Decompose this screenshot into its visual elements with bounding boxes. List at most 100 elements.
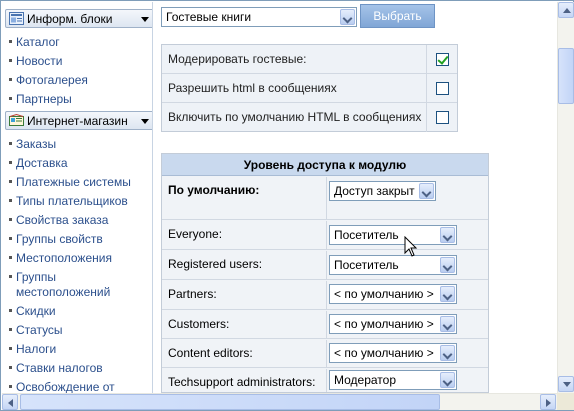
allow-html-checkbox[interactable] [436,82,449,95]
sidebar-item-orders[interactable]: Заказы [9,137,56,152]
sidebar-item-news[interactable]: Новости [9,54,62,69]
sidebar-item-tax-rates[interactable]: Ставки налогов [9,361,103,376]
sidebar-item-photogallery[interactable]: Фотогалерея [9,73,88,88]
sidebar-item-payment-systems[interactable]: Платежные системы [9,175,131,190]
access-level-value: < по умолчанию > [334,317,434,331]
sidebar-item-taxes[interactable]: Налоги [9,342,56,357]
sidebar-section-shop[interactable]: Интернет-магазин [5,111,152,130]
arrow-left-icon [8,399,13,407]
sidebar-item-location-groups-line2[interactable]: местоположений [16,285,110,300]
scrollbar-corner [557,393,574,410]
sidebar-item-statuses[interactable]: Статусы [9,323,63,338]
access-level-value: Посетитель [334,258,399,272]
access-group-label: Partners: [168,287,217,301]
arrow-down-icon [563,382,571,387]
divider [326,340,327,367]
sidebar-item-payer-types[interactable]: Типы плательщиков [9,194,128,209]
chevron-down-icon[interactable] [440,372,455,388]
access-group-label: Registered users: [168,257,263,271]
moderate-checkbox[interactable] [436,53,449,66]
access-group-label: Customers: [168,317,230,331]
access-row-everyone: Everyone: Посетитель [162,221,488,250]
vertical-scrollbar[interactable] [557,2,574,393]
horizontal-scrollbar[interactable] [2,393,557,410]
access-group-label: Techsupport administrators: [168,375,316,389]
chevron-down-icon[interactable] [340,9,355,25]
access-level-value: Посетитель [334,228,399,242]
default-html-checkbox[interactable] [436,111,449,124]
bullet-icon [9,59,12,62]
access-level-select-everyone[interactable]: Посетитель [329,225,457,245]
sidebar-item-delivery[interactable]: Доставка [9,156,68,171]
sidebar-section-info-blocks[interactable]: Информ. блоки [5,9,152,28]
divider [326,177,327,219]
divider [426,45,427,74]
sidebar-item-label: Типы плательщиков [16,194,128,208]
chevron-down-icon[interactable] [440,286,455,302]
sidebar-item-discounts[interactable]: Скидки [9,304,56,319]
mouse-cursor-icon [404,236,418,257]
bullet-icon [9,142,12,145]
chevron-down-icon[interactable] [419,183,434,199]
arrow-right-icon [546,399,551,407]
scroll-up-button[interactable] [558,2,574,18]
chevron-down-icon[interactable] [141,119,149,124]
bullet-icon [9,256,12,259]
sidebar-item-locations[interactable]: Местоположения [9,251,112,266]
sidebar-item-tax-exemption[interactable]: Освобождение от [9,380,115,393]
choose-button[interactable]: Выбрать [360,4,435,28]
sidebar: Информ. блоки Каталог Новости Фотогалере… [2,2,153,393]
sidebar-item-catalog[interactable]: Каталог [9,35,60,50]
access-level-select-default[interactable]: Доступ закрыт [329,181,436,201]
sidebar-item-label: Группы [16,270,56,284]
chevron-down-icon[interactable] [440,227,455,243]
option-row-allow-html: Разрешить html в сообщениях [162,74,457,103]
bullet-icon [9,309,12,312]
info-blocks-icon [9,12,24,25]
access-level-select-techsupport-admins[interactable]: Модератор [329,370,457,390]
bullet-icon [9,97,12,100]
sidebar-item-location-groups[interactable]: Группы [9,270,56,285]
chevron-down-icon[interactable] [141,17,149,22]
bullet-icon [9,199,12,202]
access-row-customers: Customers: < по умолчанию > [162,311,488,339]
bullet-icon [9,328,12,331]
divider [326,281,327,309]
module-select[interactable]: Гостевые книги [161,7,357,27]
access-level-select-partners[interactable]: < по умолчанию > [329,284,457,304]
scroll-down-button[interactable] [558,376,574,392]
access-level-select-content-editors[interactable]: < по умолчанию > [329,343,457,363]
browser-frame: Информ. блоки Каталог Новости Фотогалере… [0,0,574,411]
access-row-content-editors: Content editors: < по умолчанию > [162,340,488,368]
sidebar-item-label: Доставка [16,156,68,170]
vertical-scroll-thumb[interactable] [558,48,574,104]
bullet-icon [9,40,12,43]
access-level-select-customers[interactable]: < по умолчанию > [329,314,457,334]
module-select-value: Гостевые книги [166,10,252,24]
sidebar-item-label: Каталог [16,35,60,49]
sidebar-item-label: Партнеры [16,92,72,106]
access-row-techsupport-admins: Techsupport administrators: Модератор [162,369,488,392]
divider [326,221,327,249]
scroll-left-button[interactable] [2,394,18,410]
sidebar-item-partners[interactable]: Партнеры [9,92,72,107]
access-table-title: Уровень доступа к модулю [162,154,488,176]
sidebar-item-label: местоположений [16,285,111,299]
sidebar-item-label: Ставки налогов [16,361,103,375]
access-level-select-registered-users[interactable]: Посетитель [329,255,457,275]
chevron-down-icon[interactable] [440,257,455,273]
sidebar-item-order-properties[interactable]: Свойства заказа [9,213,108,228]
horizontal-scroll-thumb[interactable] [20,394,440,410]
option-row-moderate: Модерировать гостевые: [162,45,457,74]
sidebar-item-label: Освобождение от [16,380,115,393]
chevron-down-icon[interactable] [440,316,455,332]
scroll-right-button[interactable] [540,394,556,410]
option-label: Разрешить html в сообщениях [168,81,337,95]
access-level-table: Уровень доступа к модулю По умолчанию: Д… [161,153,489,393]
arrow-up-icon [563,8,571,13]
chevron-down-icon[interactable] [440,345,455,361]
sidebar-item-label: Местоположения [16,251,112,265]
access-level-value: < по умолчанию > [334,287,434,301]
shop-icon [9,114,24,126]
sidebar-item-property-groups[interactable]: Группы свойств [9,232,103,247]
